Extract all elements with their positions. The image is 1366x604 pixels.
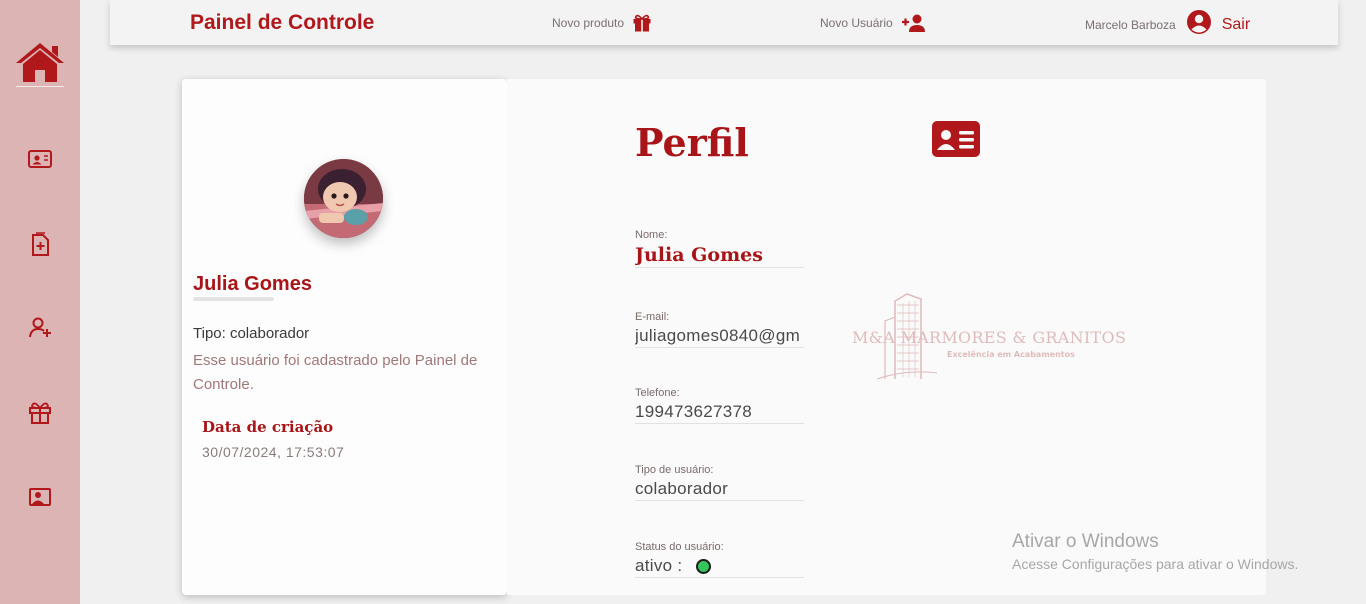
id-card-icon: [932, 121, 980, 157]
profile-card: Julia Gomes Tipo: colaborador Esse usuár…: [182, 79, 507, 595]
new-product-label: Novo produto: [552, 16, 625, 30]
app-title: Painel de Controle: [190, 11, 375, 34]
field-label: E-mail:: [635, 311, 670, 323]
field-value: Julia Gomes: [635, 244, 763, 266]
field-email: E-mail: juliagomes0840@gm: [635, 311, 804, 348]
new-user-label: Novo Usuário: [820, 16, 893, 30]
user-menu: Marcelo Barboza Sair: [1085, 9, 1250, 40]
avatar: [304, 159, 383, 238]
company-name: M&A MARMORES & GRANITOS: [852, 328, 1127, 347]
new-user-link[interactable]: Novo Usuário: [820, 13, 927, 33]
page-title: Perfil: [635, 120, 749, 165]
windows-activation-subtitle: Acesse Configurações para ativar o Windo…: [1012, 556, 1299, 572]
field-value: 199473627378: [635, 402, 753, 421]
user-circle-icon[interactable]: [1186, 9, 1212, 40]
document-add-icon[interactable]: [27, 231, 53, 257]
created-date-value: 30/07/2024, 17:53:07: [202, 444, 345, 460]
gift-icon[interactable]: [27, 399, 53, 425]
field-name: Nome: Julia Gomes: [635, 229, 804, 268]
top-bar: Painel de Controle Novo produto Novo Usu…: [110, 0, 1338, 45]
contact-card-icon[interactable]: [27, 146, 53, 172]
company-logo-watermark: M&A MARMORES & GRANITOS Excelência em Ac…: [847, 291, 1126, 391]
company-tagline: Excelência em Acabamentos: [947, 350, 1075, 359]
field-value: colaborador: [635, 479, 729, 498]
created-date-label: Data de criação: [202, 418, 334, 436]
field-label: Status do usuário:: [635, 541, 724, 553]
sidebar: [0, 0, 80, 604]
user-type-line: Tipo: colaborador: [193, 325, 310, 342]
field-user-type: Tipo de usuário: colaborador: [635, 464, 804, 501]
profile-name: Julia Gomes: [193, 273, 312, 295]
field-phone: Telefone: 199473627378: [635, 387, 804, 424]
user-add-icon[interactable]: [27, 315, 53, 341]
profile-details: Perfil Nome: Julia Gomes E-mail: juliago…: [507, 79, 1266, 595]
logout-button[interactable]: Sair: [1222, 16, 1250, 34]
new-product-link[interactable]: Novo produto: [552, 13, 652, 33]
status-row: ativo :: [635, 556, 804, 577]
registration-description: Esse usuário foi cadastrado pelo Painel …: [193, 352, 478, 393]
field-value: ativo :: [635, 556, 683, 575]
status-indicator: [696, 559, 712, 574]
home-icon[interactable]: [14, 40, 66, 84]
field-label: Tipo de usuário:: [635, 464, 714, 476]
user-plus-icon: [901, 13, 927, 33]
field-label: Telefone:: [635, 387, 680, 399]
field-value: juliagomes0840@gm: [635, 326, 801, 345]
field-label: Nome:: [635, 229, 668, 241]
windows-activation-title: Ativar o Windows: [1012, 531, 1159, 552]
field-user-status: Status do usuário: ativo :: [635, 541, 804, 578]
user-name: Marcelo Barboza: [1085, 17, 1176, 32]
user-card-icon[interactable]: [27, 484, 53, 510]
gift-icon: [632, 13, 652, 33]
sidebar-divider: [16, 86, 64, 87]
name-underline: [193, 297, 274, 301]
